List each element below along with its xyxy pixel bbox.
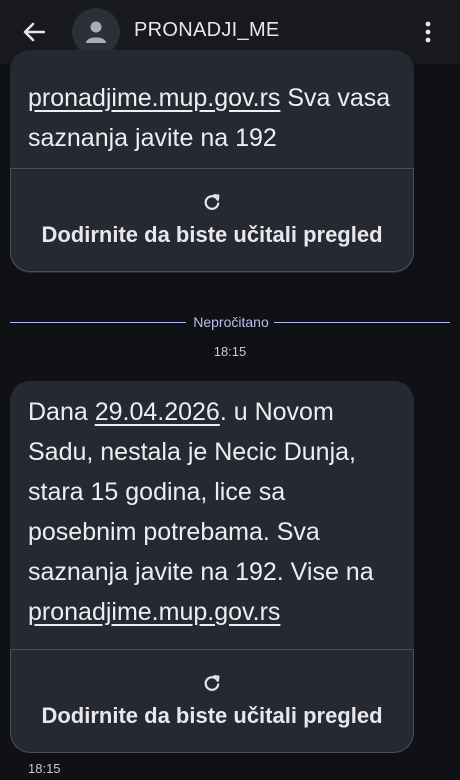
divider-line — [274, 322, 450, 323]
date-link[interactable]: 29.04.2026 — [95, 398, 220, 426]
message-text: Dana 29.04.2026. u Novom Sadu, nestala j… — [28, 398, 374, 626]
preview-label: Dodirnite da biste učitali pregled — [41, 222, 383, 247]
message-link[interactable]: pronadjime.mup.gov.rs — [28, 84, 280, 112]
more-vert-icon — [425, 21, 431, 43]
preview-label: Dodirnite da biste učitali pregled — [41, 703, 383, 728]
message-timestamp: 18:15 — [28, 761, 61, 776]
contact-avatar[interactable] — [72, 8, 120, 56]
unread-label: Nepročitano — [193, 314, 269, 330]
divider-line — [10, 322, 186, 323]
message-timestamp: 18:15 — [213, 344, 247, 359]
unread-divider: Nepročitano — [10, 314, 450, 330]
reload-icon — [204, 194, 220, 210]
person-icon — [86, 21, 106, 43]
link-preview-button[interactable]: Dodirnite da biste učitali pregled — [10, 649, 414, 753]
conversation-screen: PRONADJI_ME pronadjime.mup.gov.rs Sva va… — [0, 0, 460, 780]
reload-icon — [204, 675, 220, 691]
contact-title[interactable]: PRONADJI_ME — [134, 19, 280, 42]
message-bubble[interactable]: Dana 29.04.2026. u Novom Sadu, nestala j… — [10, 381, 414, 753]
message-text: pronadjime.mup.gov.rs Sva vasa saznanja … — [28, 84, 391, 152]
arrow-left-icon — [23, 22, 45, 42]
message-bubble[interactable]: pronadjime.mup.gov.rs Sva vasa saznanja … — [10, 50, 414, 273]
more-options-button[interactable] — [410, 14, 446, 50]
message-link[interactable]: pronadjime.mup.gov.rs — [28, 598, 280, 626]
link-preview-button[interactable]: Dodirnite da biste učitali pregled — [10, 168, 414, 272]
back-button[interactable] — [14, 14, 54, 50]
